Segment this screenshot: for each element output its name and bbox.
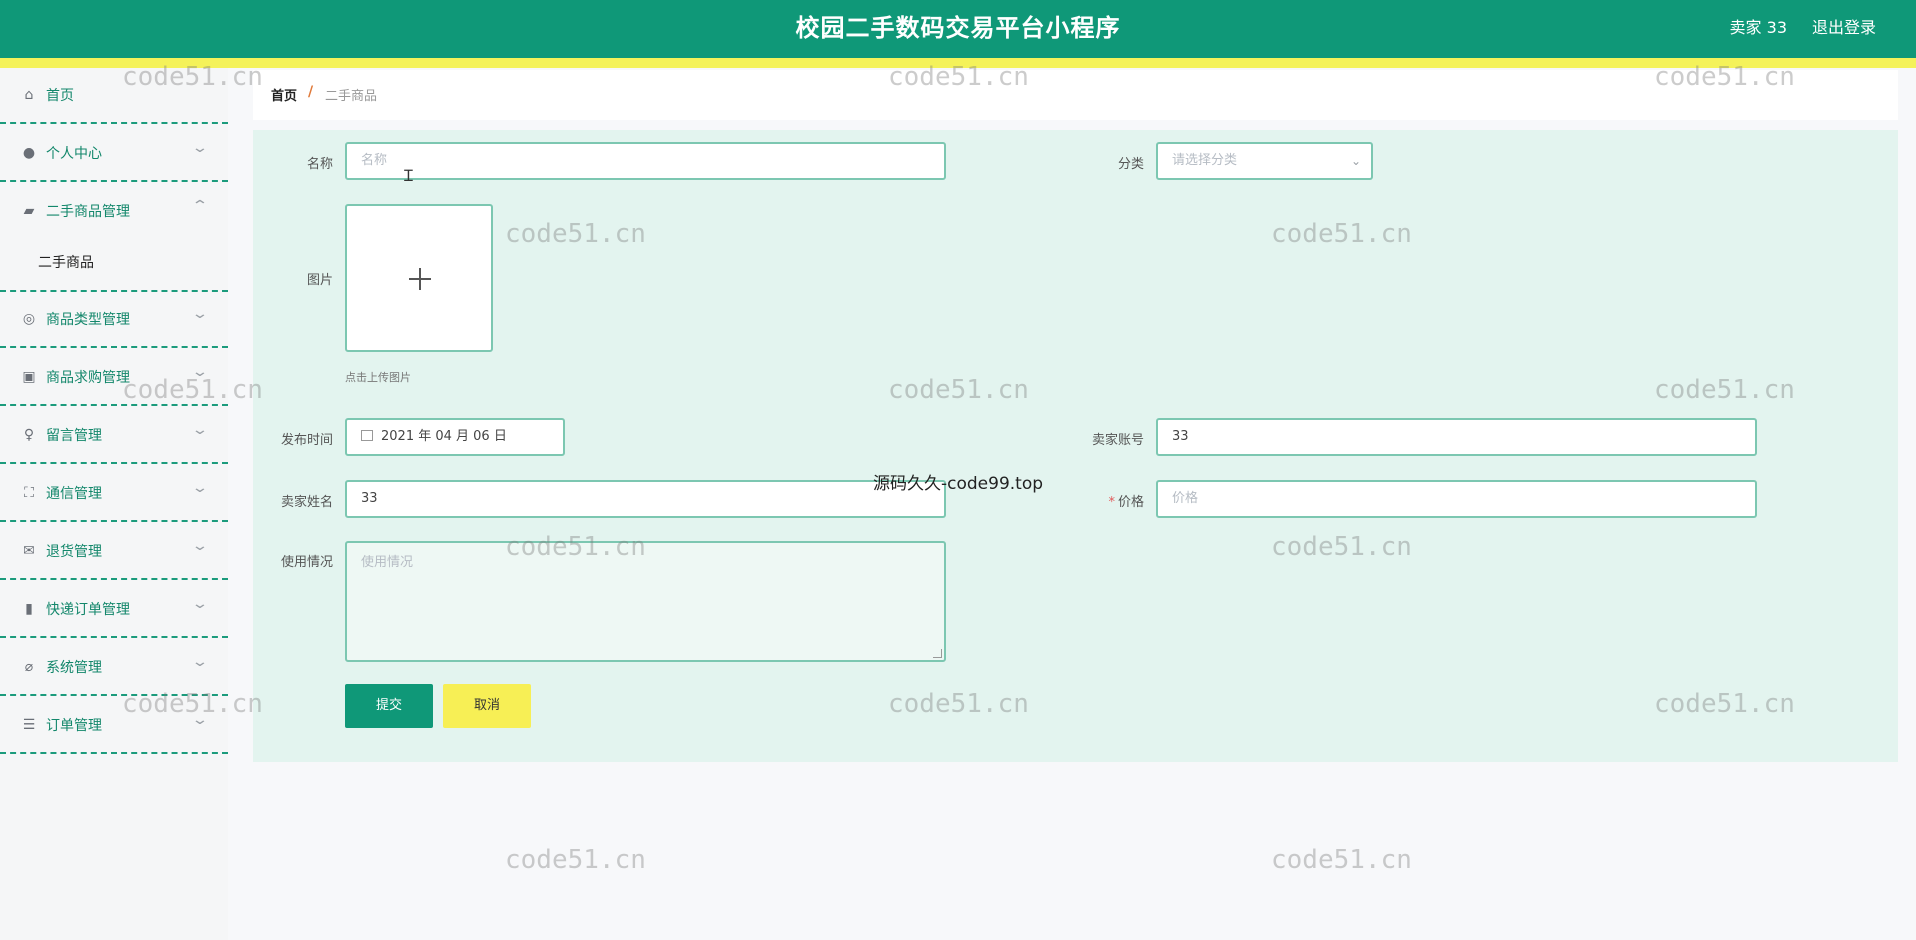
- logout-link[interactable]: 退出登录: [1812, 14, 1876, 38]
- chevron-down-icon: ⌄: [191, 364, 209, 380]
- sidebar-item-express-orders[interactable]: ▮ 快递订单管理 ⌄: [0, 582, 228, 638]
- seller-account-input[interactable]: 33: [1156, 418, 1757, 456]
- fullscreen-icon: ⛶: [24, 485, 34, 501]
- chevron-down-icon: ⌄: [191, 654, 209, 670]
- seller-name-input[interactable]: 33: [345, 480, 946, 518]
- sidebar-item-communication[interactable]: ⛶ 通信管理 ⌄: [0, 466, 228, 522]
- mic-icon: ♀: [23, 427, 35, 443]
- menu-icon: ☰: [22, 717, 36, 733]
- user-name: 卖家 33: [1729, 18, 1787, 37]
- shop-icon: ▰: [23, 203, 35, 219]
- mail-icon: ✉: [23, 543, 35, 559]
- resize-grip-icon[interactable]: [933, 649, 942, 658]
- sidebar-item-label: 快递订单管理: [46, 602, 130, 618]
- sidebar-item-label: 商品求购管理: [46, 370, 130, 386]
- bar-chart-icon: ▮: [25, 601, 33, 617]
- sidebar-item-orders[interactable]: ☰ 订单管理 ⌄: [0, 698, 228, 754]
- header-accent-stripe: [0, 58, 1916, 68]
- chart-icon: ▣: [22, 369, 36, 385]
- usage-textarea[interactable]: 使用情况: [345, 541, 946, 662]
- submenu-item-used-goods[interactable]: 二手商品: [0, 236, 228, 292]
- submenu-item-label: 二手商品: [38, 255, 94, 271]
- image-upload-button[interactable]: [345, 204, 493, 352]
- breadcrumb-home-link[interactable]: 首页: [271, 85, 297, 104]
- sidebar-item-returns[interactable]: ✉ 退货管理 ⌄: [0, 524, 228, 580]
- seller-name-label: 卖家姓名: [280, 495, 333, 510]
- chevron-down-icon: ⌄: [191, 306, 209, 322]
- sidebar-item-home[interactable]: ⌂ 首页: [0, 68, 228, 124]
- compass-icon: ◎: [22, 311, 36, 327]
- publish-time-value: 2021 年 04 月 06 日: [381, 429, 507, 444]
- sidebar: ⌂ 首页 ● 个人中心 ⌄ ▰ 二手商品管理 ⌃ 二手商品 ◎ 商品类型管理 ⌄…: [0, 68, 228, 940]
- sidebar-item-purchase-requests[interactable]: ▣ 商品求购管理 ⌄: [0, 350, 228, 406]
- sidebar-item-label: 个人中心: [46, 146, 102, 162]
- watermark: code51.cn: [1271, 845, 1412, 875]
- cancel-button[interactable]: 取消: [443, 684, 531, 728]
- category-select-placeholder: 请选择分类: [1172, 153, 1238, 168]
- home-icon: ⌂: [24, 87, 34, 103]
- image-label: 图片: [306, 273, 333, 288]
- sidebar-item-label: 系统管理: [46, 660, 102, 676]
- breadcrumb: 首页 / 二手商品: [253, 70, 1898, 120]
- price-label-text: 价格: [1117, 495, 1144, 510]
- upload-hint: 点击上传图片: [345, 371, 411, 384]
- calendar-icon: [361, 430, 373, 441]
- category-select[interactable]: 请选择分类 ⌄: [1156, 142, 1373, 180]
- sidebar-item-label: 订单管理: [46, 718, 102, 734]
- overlay-text: 源码久久-code99.top: [873, 474, 1044, 494]
- chevron-down-icon: ⌄: [191, 596, 209, 612]
- required-marker: *: [1108, 495, 1115, 510]
- sidebar-item-messages[interactable]: ♀ 留言管理 ⌄: [0, 408, 228, 464]
- text-cursor-icon: Ɪ: [404, 166, 413, 185]
- chevron-down-icon: ⌄: [191, 712, 209, 728]
- sidebar-item-label: 通信管理: [46, 486, 102, 502]
- sidebar-item-system[interactable]: ⌀ 系统管理 ⌄: [0, 640, 228, 696]
- bell-off-icon: ⌀: [24, 659, 34, 675]
- chevron-down-icon: ⌄: [191, 140, 209, 156]
- sidebar-item-label: 首页: [46, 88, 74, 104]
- top-header: 校园二手数码交易平台小程序 卖家 33 退出登录: [0, 0, 1916, 60]
- sidebar-item-label: 二手商品管理: [46, 204, 130, 220]
- sidebar-item-personal-center[interactable]: ● 个人中心 ⌄: [0, 126, 228, 182]
- chevron-down-icon: ⌄: [1350, 154, 1361, 168]
- sidebar-item-label: 商品类型管理: [46, 312, 130, 328]
- sidebar-item-label: 退货管理: [46, 544, 102, 560]
- breadcrumb-current: 二手商品: [325, 89, 378, 104]
- name-label: 名称: [306, 157, 333, 172]
- name-input[interactable]: 名称: [345, 142, 946, 180]
- price-input[interactable]: 价格: [1156, 480, 1757, 518]
- seller-account-label: 卖家账号: [1091, 433, 1144, 448]
- price-label: * 价格: [1064, 491, 1144, 510]
- app-title: 校园二手数码交易平台小程序: [795, 14, 1121, 42]
- publish-time-label: 发布时间: [280, 433, 333, 448]
- chevron-down-icon: ⌄: [191, 480, 209, 496]
- submit-button[interactable]: 提交: [345, 684, 433, 728]
- usage-label: 使用情况: [280, 555, 333, 570]
- breadcrumb-separator: /: [308, 84, 314, 100]
- category-label: 分类: [1117, 157, 1144, 172]
- chevron-down-icon: ⌄: [191, 538, 209, 554]
- user-icon: ●: [22, 145, 36, 161]
- sidebar-item-goods-management[interactable]: ▰ 二手商品管理 ⌃: [0, 184, 228, 240]
- watermark: code51.cn: [505, 845, 646, 875]
- sidebar-item-label: 留言管理: [46, 428, 102, 444]
- chevron-up-icon: ⌃: [191, 198, 209, 214]
- publish-time-picker[interactable]: 2021 年 04 月 06 日: [345, 418, 565, 456]
- usage-placeholder: 使用情况: [361, 555, 414, 570]
- plus-icon-vertical: [419, 268, 421, 290]
- chevron-down-icon: ⌄: [191, 422, 209, 438]
- sidebar-item-goods-type[interactable]: ◎ 商品类型管理 ⌄: [0, 292, 228, 348]
